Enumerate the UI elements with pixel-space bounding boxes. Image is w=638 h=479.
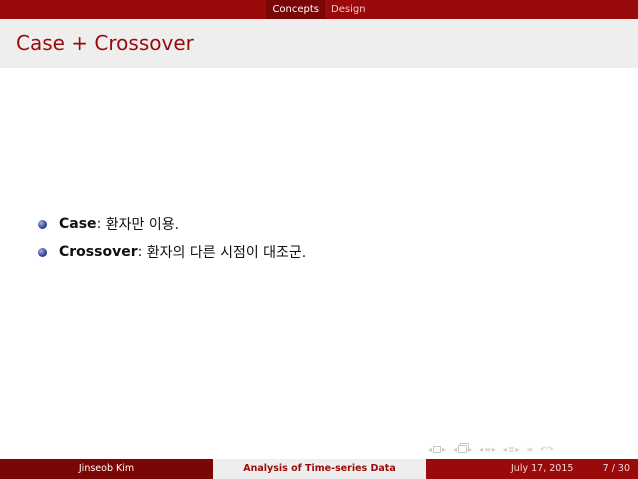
section-icon[interactable]: ≣ xyxy=(508,445,515,454)
section-navigation-bar: Concepts Design xyxy=(0,0,638,19)
arrow-left-icon[interactable]: ◂ xyxy=(453,445,457,454)
footer-title: Analysis of Time-series Data xyxy=(213,459,426,479)
bullet-list: Case: 환자만 이용. Crossover: 환자의 다른 시점이 대조군. xyxy=(38,212,306,264)
frame-icon[interactable] xyxy=(433,445,442,453)
subsection-icon[interactable]: ≡ xyxy=(484,445,491,454)
arrow-right-icon[interactable]: ▸ xyxy=(492,445,496,454)
nav-frame-group[interactable]: ◂ ▸ xyxy=(453,445,472,454)
beamer-navigation-symbols: ◂ ▸ ◂ ▸ ◂ ≡ ▸ ◂ ≣ ▸ ≡ ↶↷ xyxy=(428,443,560,455)
nav-subsection-group[interactable]: ◂ ≡ ▸ xyxy=(479,445,496,454)
arrow-right-icon[interactable]: ▸ xyxy=(468,445,472,454)
arrow-left-icon[interactable]: ◂ xyxy=(503,445,507,454)
arrow-left-icon[interactable]: ◂ xyxy=(428,445,432,454)
item-text: 환자의 다른 시점이 대조군. xyxy=(142,245,307,261)
nav-section-group[interactable]: ◂ ≣ ▸ xyxy=(503,445,520,454)
footer: Jinseob Kim Analysis of Time-series Data… xyxy=(0,459,638,479)
item-term: Case xyxy=(59,216,97,232)
footer-author: Jinseob Kim xyxy=(0,459,213,479)
nav-zoom-group[interactable]: ≡ xyxy=(527,445,534,454)
footer-date: July 17, 2015 xyxy=(511,463,574,474)
arrow-right-icon[interactable]: ▸ xyxy=(442,445,446,454)
zoom-icon[interactable]: ≡ xyxy=(527,445,534,454)
nav-undo-group[interactable]: ↶↷ xyxy=(540,445,553,454)
footer-page-number: 7 / 30 xyxy=(602,463,630,474)
arrow-right-icon[interactable]: ▸ xyxy=(516,445,520,454)
list-item: Case: 환자만 이용. xyxy=(38,212,306,236)
undo-icon[interactable]: ↶↷ xyxy=(540,445,553,454)
arrow-left-icon[interactable]: ◂ xyxy=(479,445,483,454)
footer-date-page: July 17, 2015 7 / 30 xyxy=(426,459,638,479)
bullet-icon xyxy=(38,247,47,257)
bullet-icon xyxy=(38,219,47,229)
item-text: 환자만 이용. xyxy=(101,217,180,233)
section-design[interactable]: Design xyxy=(325,0,372,19)
nav-slide-group[interactable]: ◂ ▸ xyxy=(428,445,446,454)
section-tabs: Concepts Design xyxy=(266,0,371,19)
frame-title-bar: Case + Crossover xyxy=(0,19,638,68)
list-item: Crossover: 환자의 다른 시점이 대조군. xyxy=(38,240,306,264)
frame-title: Case + Crossover xyxy=(16,31,194,55)
section-concepts[interactable]: Concepts xyxy=(266,0,326,19)
frame-icon[interactable] xyxy=(458,445,468,453)
item-term: Crossover xyxy=(59,244,138,260)
